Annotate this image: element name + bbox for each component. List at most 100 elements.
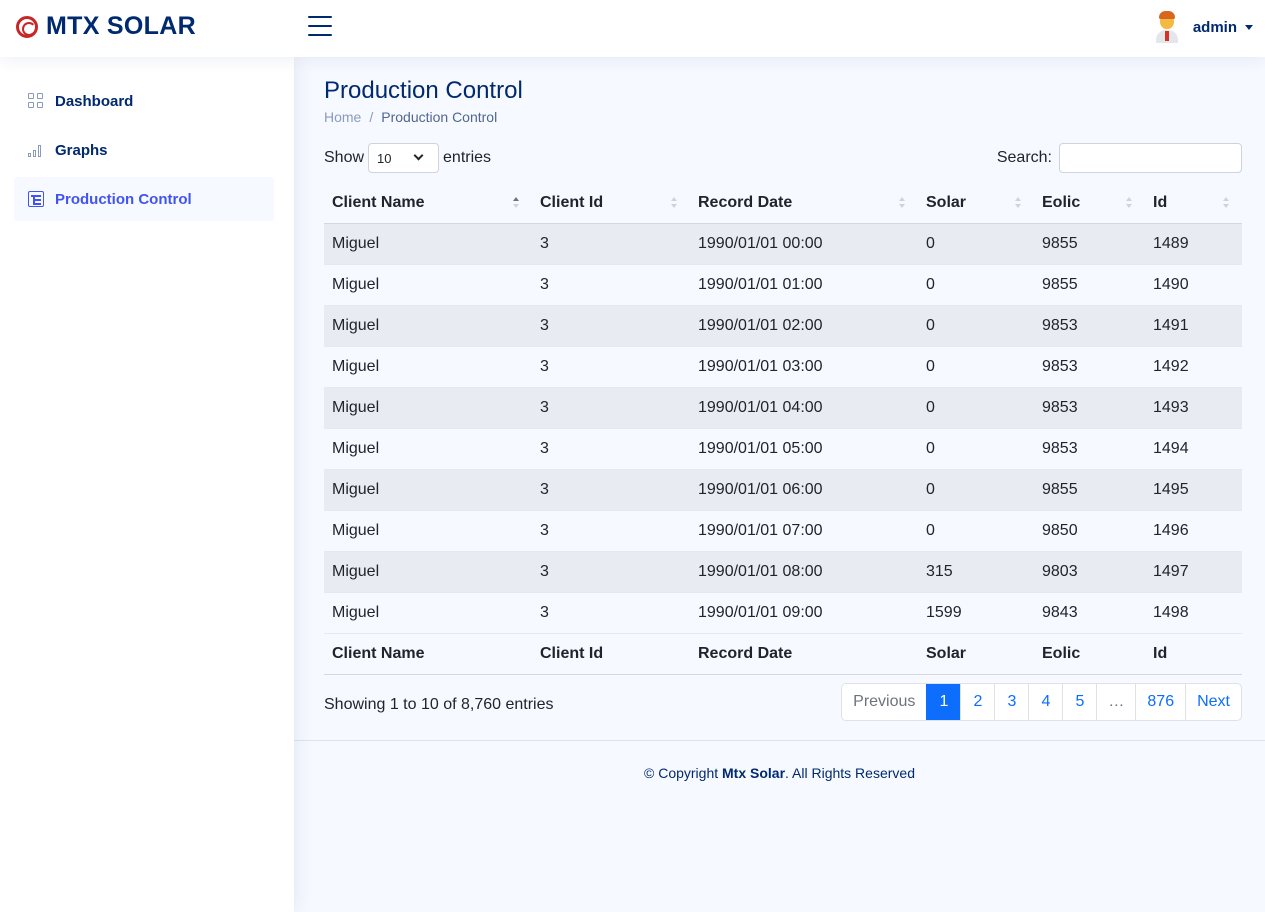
toggle-sidebar-button[interactable] (308, 16, 332, 38)
cell-id: 1490 (1145, 264, 1242, 306)
sidebar-item-dashboard[interactable]: Dashboard (14, 79, 274, 123)
table-row: Miguel 3 1990/01/01 07:00 0 9850 1496 (324, 510, 1242, 552)
search-label: Search: (996, 149, 1052, 166)
column-header-solar[interactable]: Solar (918, 183, 1034, 224)
cell-eolic: 9803 (1034, 551, 1145, 593)
footer-client-name: Client Name (324, 633, 532, 675)
cell-id: 1491 (1145, 305, 1242, 347)
footer-record-date: Record Date (690, 633, 918, 675)
cell-eolic: 9853 (1034, 428, 1145, 470)
pagination-next[interactable]: Next (1185, 683, 1241, 720)
table-row: Miguel 3 1990/01/01 08:00 315 9803 1497 (324, 551, 1242, 593)
search-input[interactable] (1059, 143, 1242, 173)
pagination: Previous 1 2 3 4 5 … 876 Next (841, 682, 1242, 721)
cell-eolic: 9853 (1034, 346, 1145, 388)
footer-id: Id (1145, 633, 1242, 675)
cell-client-id: 3 (532, 551, 690, 593)
cell-id: 1489 (1145, 223, 1242, 265)
cell-solar: 0 (918, 387, 1034, 429)
cell-id: 1495 (1145, 469, 1242, 511)
cell-solar: 0 (918, 510, 1034, 552)
layout-text-sidebar-icon (28, 191, 44, 207)
pagination-page-4[interactable]: 4 (1028, 683, 1062, 720)
pagination-ellipsis: … (1096, 683, 1135, 720)
brand-logo[interactable]: MTX SOLAR (16, 12, 196, 41)
cell-record-date: 1990/01/01 02:00 (690, 305, 918, 347)
column-header-client-id[interactable]: Client Id (532, 183, 690, 224)
cell-eolic: 9853 (1034, 305, 1145, 347)
sidebar-item-graphs[interactable]: Graphs (14, 128, 274, 172)
pagination-page-last[interactable]: 876 (1135, 683, 1185, 720)
pagination-previous[interactable]: Previous (842, 684, 926, 720)
table-header-row: Client Name Client Id Record Date Solar … (324, 183, 1242, 224)
page-footer: © Copyright Mtx Solar. All Rights Reserv… (294, 740, 1265, 781)
table-footer-row: Client Name Client Id Record Date Solar … (324, 633, 1242, 675)
sort-icon (1222, 197, 1230, 209)
cell-record-date: 1990/01/01 09:00 (690, 592, 918, 634)
bar-chart-icon (28, 142, 44, 158)
cell-client-id: 3 (532, 592, 690, 634)
cell-client-id: 3 (532, 346, 690, 388)
page-title: Production Control (324, 77, 523, 104)
cell-solar: 0 (918, 305, 1034, 347)
breadcrumb-separator: / (369, 109, 374, 125)
cell-client-name: Miguel (324, 387, 532, 429)
table-controls: Show 10 entries Search: (324, 143, 1242, 173)
breadcrumb-home-link[interactable]: Home (324, 109, 361, 125)
sidebar-item-production-control[interactable]: Production Control (14, 177, 274, 221)
column-header-id[interactable]: Id (1145, 183, 1242, 224)
pagination-page-1[interactable]: 1 (926, 683, 961, 720)
cell-client-id: 3 (532, 469, 690, 511)
pagination-page-2[interactable]: 2 (960, 683, 994, 720)
cell-client-name: Miguel (324, 264, 532, 306)
column-header-label: Eolic (1042, 193, 1081, 211)
cell-eolic: 9855 (1034, 223, 1145, 265)
cell-client-name: Miguel (324, 469, 532, 511)
cell-client-name: Miguel (324, 223, 532, 265)
table-row: Miguel 3 1990/01/01 03:00 0 9853 1492 (324, 346, 1242, 388)
main-content: Production Control Home / Production Con… (294, 57, 1265, 912)
cell-id: 1494 (1145, 428, 1242, 470)
footer-eolic: Eolic (1034, 633, 1145, 675)
cell-id: 1492 (1145, 346, 1242, 388)
profile-name: admin (1192, 18, 1237, 36)
column-header-label: Client Name (332, 193, 425, 211)
cell-client-id: 3 (532, 305, 690, 347)
brand-name: MTX SOLAR (46, 12, 196, 40)
pagination-page-5[interactable]: 5 (1062, 683, 1096, 720)
cell-client-name: Miguel (324, 428, 532, 470)
logo-icon (16, 15, 38, 38)
column-header-client-name[interactable]: Client Name (324, 183, 532, 224)
cell-record-date: 1990/01/01 07:00 (690, 510, 918, 552)
top-header: MTX SOLAR admin (0, 0, 1265, 57)
column-header-record-date[interactable]: Record Date (690, 183, 918, 224)
cell-record-date: 1990/01/01 00:00 (690, 223, 918, 265)
cell-solar: 315 (918, 551, 1034, 593)
table-row: Miguel 3 1990/01/01 09:00 1599 9843 1498 (324, 592, 1242, 634)
menu-line (308, 34, 332, 36)
table-row: Miguel 3 1990/01/01 04:00 0 9853 1493 (324, 387, 1242, 429)
table-row: Miguel 3 1990/01/01 02:00 0 9853 1491 (324, 305, 1242, 347)
column-header-label: Solar (926, 193, 967, 211)
cell-record-date: 1990/01/01 04:00 (690, 387, 918, 429)
show-label: Show (324, 149, 365, 166)
cell-id: 1497 (1145, 551, 1242, 593)
cell-record-date: 1990/01/01 01:00 (690, 264, 918, 306)
sort-icon (670, 197, 678, 209)
column-header-label: Id (1153, 193, 1168, 211)
column-header-eolic[interactable]: Eolic (1034, 183, 1145, 224)
cell-client-name: Miguel (324, 592, 532, 634)
sort-icon (1125, 197, 1133, 209)
profile-dropdown[interactable]: admin (1153, 11, 1253, 43)
cell-client-id: 3 (532, 510, 690, 552)
table-row: Miguel 3 1990/01/01 06:00 0 9855 1495 (324, 469, 1242, 511)
cell-solar: 0 (918, 469, 1034, 511)
cell-eolic: 9850 (1034, 510, 1145, 552)
table-search: Search: (997, 143, 1242, 173)
cell-client-name: Miguel (324, 510, 532, 552)
page-size-select[interactable]: 10 (368, 143, 440, 173)
cell-solar: 0 (918, 428, 1034, 470)
footer-client-id: Client Id (532, 633, 690, 675)
cell-record-date: 1990/01/01 05:00 (690, 428, 918, 470)
pagination-page-3[interactable]: 3 (994, 683, 1028, 720)
